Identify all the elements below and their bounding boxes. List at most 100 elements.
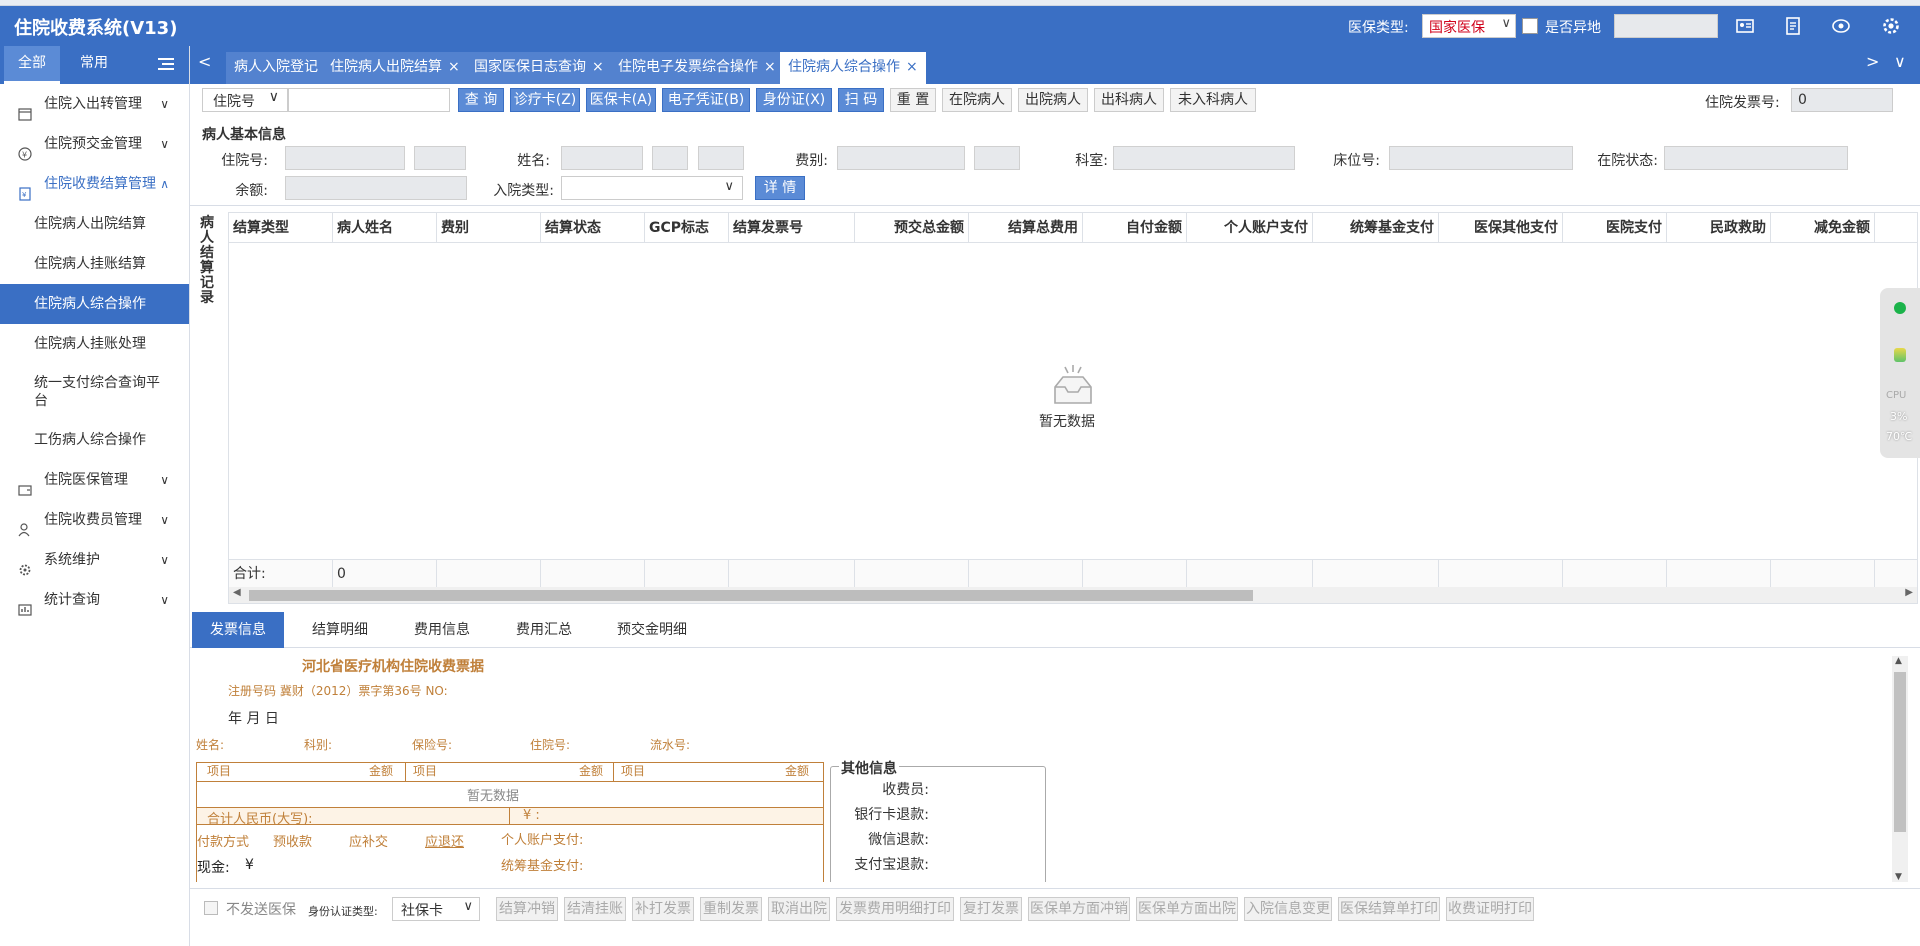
print-fee-detail-button[interactable]: 发票费用明细打印 (836, 897, 954, 921)
clear-account-button[interactable]: 结清挂账 (564, 897, 626, 921)
search-type-select[interactable]: 住院号 ∨ (202, 88, 288, 112)
inpatient-button[interactable]: 在院病人 (942, 88, 1012, 112)
tab-prev-icon[interactable]: < (198, 52, 211, 71)
sidebar-group-cashier[interactable]: 住院收费员管理 ∨ (0, 500, 189, 540)
query-button[interactable]: 查 询 (458, 88, 504, 112)
remote-checkbox[interactable] (1522, 18, 1538, 34)
reset-button[interactable]: 重 置 (890, 88, 936, 112)
sidebar-group-maintenance[interactable]: 系统维护 ∨ (0, 540, 189, 580)
settlement-reverse-button[interactable]: 结算冲销 (496, 897, 558, 921)
tab-deposit-detail[interactable]: 预交金明细 (600, 612, 704, 648)
scan-button[interactable]: 扫 码 (838, 88, 884, 112)
tab-fee-summary[interactable]: 费用汇总 (498, 612, 590, 648)
no-send-insurance-checkbox[interactable] (204, 901, 218, 915)
column-header[interactable]: 费别 (437, 213, 541, 243)
scroll-left-icon[interactable]: ◀ (233, 587, 241, 598)
admission-change-button[interactable]: 入院信息变更 (1244, 897, 1332, 921)
sidebar-group-statistics[interactable]: 统计查询 ∨ (0, 580, 189, 620)
insurance-card-button[interactable]: 医保卡(A) (586, 88, 656, 112)
duplicate-invoice-button[interactable]: 复打发票 (960, 897, 1022, 921)
sidebar-item-account-processing[interactable]: 住院病人挂账处理 (0, 324, 189, 364)
system-monitor-widget[interactable]: CPU 3% 70℃ (1880, 288, 1920, 458)
scrollbar-thumb[interactable] (1894, 672, 1906, 832)
not-admitted-button[interactable]: 未入科病人 (1170, 88, 1256, 112)
sidebar-item-unified-payment[interactable]: 统一支付综合查询平台 (0, 364, 189, 420)
column-header[interactable]: 结算状态 (541, 213, 645, 243)
scroll-right-icon[interactable]: ▶ (1905, 587, 1913, 598)
close-icon[interactable]: × (906, 59, 918, 75)
inpatient-no-field[interactable] (285, 146, 405, 170)
dept-field[interactable] (1113, 146, 1295, 170)
tab-comprehensive[interactable]: 住院病人综合操作 × (780, 52, 926, 84)
gender-field[interactable] (652, 146, 688, 170)
column-header[interactable]: 医保其他支付 (1439, 213, 1563, 243)
chevron-down-icon[interactable]: ∨ (1894, 52, 1906, 71)
id-card-button[interactable]: 身份证(X) (756, 88, 832, 112)
id-card-icon[interactable] (1732, 13, 1758, 39)
tab-next-icon[interactable]: > (1866, 52, 1879, 71)
sidebar-item-injury-operation[interactable]: 工伤病人综合操作 (0, 420, 189, 460)
sidebar-item-discharge-settlement[interactable]: 住院病人出院结算 (0, 204, 189, 244)
column-header[interactable]: 自付金额 (1083, 213, 1187, 243)
gear-icon[interactable] (1878, 13, 1904, 39)
discharged-button[interactable]: 出院病人 (1018, 88, 1088, 112)
tab-einvoice[interactable]: 住院电子发票综合操作 × (610, 52, 784, 84)
sidebar-item-account-settlement[interactable]: 住院病人挂账结算 (0, 244, 189, 284)
scroll-down-icon[interactable]: ▼ (1895, 872, 1902, 882)
column-header[interactable]: 统筹基金支付 (1313, 213, 1439, 243)
print-certificate-button[interactable]: 收费证明打印 (1446, 897, 1534, 921)
sidebar-group-deposit[interactable]: ¥ 住院预交金管理 ∨ (0, 124, 189, 164)
reprint-invoice-button[interactable]: 补打发票 (632, 897, 694, 921)
sidebar-item-comprehensive-operation[interactable]: 住院病人综合操作 (0, 284, 189, 324)
tab-discharge[interactable]: 住院病人出院结算 × (322, 52, 468, 84)
scroll-up-icon[interactable]: ▲ (1895, 656, 1902, 666)
detail-button[interactable]: 详 情 (755, 176, 805, 200)
search-input[interactable] (288, 88, 450, 112)
column-header[interactable]: 个人账户支付 (1187, 213, 1313, 243)
remote-input[interactable] (1614, 14, 1718, 38)
remake-invoice-button[interactable]: 重制发票 (700, 897, 762, 921)
close-icon[interactable]: × (448, 59, 460, 75)
document-icon[interactable] (1780, 13, 1806, 39)
column-header[interactable]: 减免金额 (1771, 213, 1875, 243)
insurance-type-select[interactable]: 国家医保 ∨ (1422, 14, 1516, 38)
column-header[interactable]: 医院支付 (1563, 213, 1667, 243)
horizontal-scrollbar[interactable]: ◀ ▶ (229, 587, 1917, 603)
column-header[interactable]: GCP标志 (645, 213, 729, 243)
sidebar-group-admission[interactable]: 住院入出转管理 ∨ (0, 84, 189, 124)
tab-fee-info[interactable]: 费用信息 (396, 612, 488, 648)
invoice-no-input[interactable]: 0 (1791, 88, 1893, 112)
balance-field[interactable] (285, 176, 467, 200)
column-header[interactable]: 预交总金额 (855, 213, 969, 243)
e-credential-button[interactable]: 电子凭证(B) (662, 88, 750, 112)
close-icon[interactable]: × (764, 59, 776, 75)
insurance-reverse-button[interactable]: 医保单方面冲销 (1028, 897, 1130, 921)
eye-icon[interactable] (1828, 13, 1854, 39)
vertical-scrollbar[interactable]: ▲ ▼ (1892, 656, 1908, 882)
age-field[interactable] (698, 146, 744, 170)
tab-insurance-log[interactable]: 国家医保日志查询 × (466, 52, 612, 84)
sidebar-group-settlement[interactable]: ¥ 住院收费结算管理 ∧ (0, 164, 189, 204)
scrollbar-thumb[interactable] (249, 590, 1253, 601)
admit-type-select[interactable]: ∨ (561, 176, 743, 200)
fee-type-field[interactable] (837, 146, 965, 170)
card-button[interactable]: 诊疗卡(Z) (510, 88, 580, 112)
status-field[interactable] (1664, 146, 1848, 170)
tab-admission[interactable]: 病人入院登记 (226, 52, 326, 84)
insurance-discharge-button[interactable]: 医保单方面出院 (1136, 897, 1238, 921)
id-type-select[interactable]: 社保卡 ∨ (392, 897, 480, 921)
column-header[interactable]: 结算总费用 (969, 213, 1083, 243)
tab-settlement-detail[interactable]: 结算明细 (294, 612, 386, 648)
bed-field[interactable] (1389, 146, 1573, 170)
tab-invoice-info[interactable]: 发票信息 (192, 612, 284, 648)
dept-out-button[interactable]: 出科病人 (1094, 88, 1164, 112)
close-icon[interactable]: × (592, 59, 604, 75)
column-header[interactable]: 结算发票号 (729, 213, 855, 243)
column-header[interactable]: 病人姓名 (333, 213, 437, 243)
print-insurance-settlement-button[interactable]: 医保结算单打印 (1338, 897, 1440, 921)
fee-type-extra-field[interactable] (974, 146, 1020, 170)
column-header[interactable]: 民政救助 (1667, 213, 1771, 243)
column-header[interactable]: 结算类型 (229, 213, 333, 243)
inpatient-no-extra-field[interactable] (414, 146, 466, 170)
cancel-discharge-button[interactable]: 取消出院 (768, 897, 830, 921)
